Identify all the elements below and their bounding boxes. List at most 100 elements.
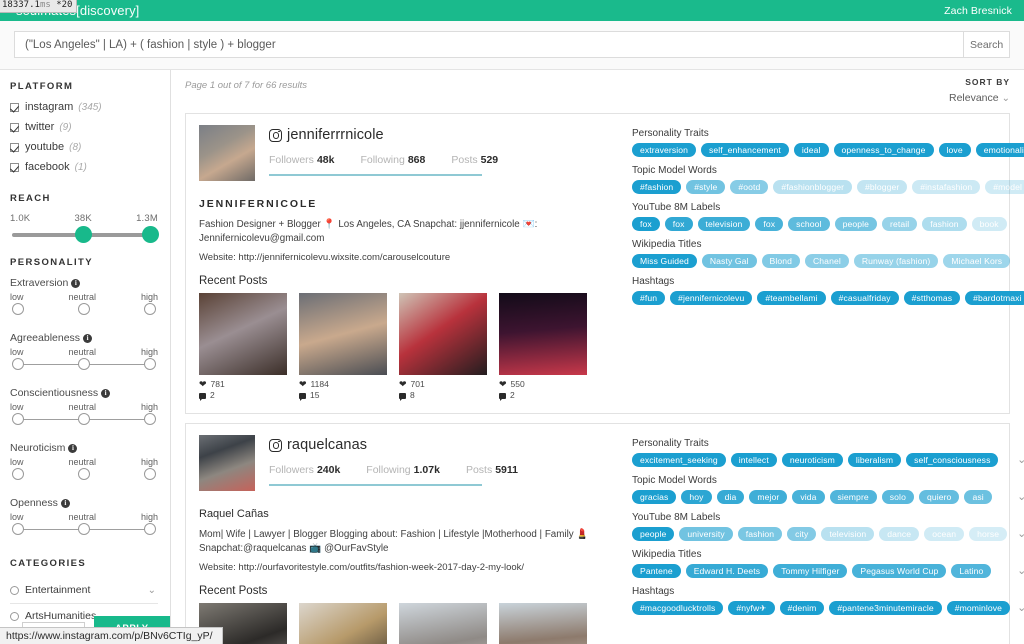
personality-track[interactable]: [12, 358, 156, 371]
tag-chip[interactable]: Blond: [761, 254, 800, 268]
recent-post[interactable]: [499, 603, 587, 644]
tag-chip[interactable]: Miss Guided: [632, 254, 697, 268]
slider-dot-high[interactable]: [144, 523, 156, 535]
slider-dot-neutral[interactable]: [78, 303, 90, 315]
tag-chip[interactable]: love: [938, 143, 971, 157]
tag-chip[interactable]: Michael Kors: [943, 254, 1011, 268]
recent-post[interactable]: ❤ 781 2: [199, 293, 287, 401]
profile-card[interactable]: raquelcanas Followers 240k Following 1.07k Po…: [185, 423, 1024, 644]
tag-chip[interactable]: extraversion: [632, 143, 697, 157]
tag-chip[interactable]: television: [697, 217, 751, 231]
tag-chip[interactable]: school: [788, 217, 830, 231]
recent-post[interactable]: [299, 603, 387, 644]
tag-chip[interactable]: Pantene: [632, 564, 681, 578]
recent-post[interactable]: ❤ 1184 15: [299, 293, 387, 401]
personality-track[interactable]: [12, 413, 156, 426]
tag-chip[interactable]: #model: [985, 180, 1024, 194]
tag-chip[interactable]: ideal: [793, 143, 829, 157]
profile-website[interactable]: Website: http://jennifernicolevu.wixsite…: [199, 252, 614, 263]
avatar[interactable]: [199, 125, 255, 181]
tag-chip[interactable]: #nyfw✈: [728, 601, 775, 615]
info-icon[interactable]: i: [71, 279, 81, 288]
post-thumbnail[interactable]: [499, 603, 587, 644]
chevron-down-icon[interactable]: ⌄: [148, 585, 156, 595]
user-account-label[interactable]: Zach Bresnick: [944, 5, 1012, 17]
tag-chip[interactable]: self_enhancement: [701, 143, 789, 157]
slider-dot-high[interactable]: [144, 413, 156, 425]
post-thumbnail[interactable]: [399, 603, 487, 644]
tag-chip[interactable]: people: [632, 527, 675, 541]
tag-chip[interactable]: hoy: [681, 490, 712, 504]
tag-chip[interactable]: Latino: [951, 564, 992, 578]
tag-chip[interactable]: #fashion: [632, 180, 682, 194]
radio-entertainment[interactable]: [10, 585, 19, 595]
tag-chip[interactable]: ocean: [924, 527, 965, 541]
tag-chip[interactable]: retail: [882, 217, 918, 231]
platform-filter-facebook[interactable]: facebook (1): [10, 161, 158, 173]
search-button[interactable]: Search: [963, 31, 1010, 58]
profile-card[interactable]: jenniferrrnicole Followers 48k Following 868…: [185, 113, 1024, 414]
personality-track[interactable]: [12, 303, 156, 316]
tag-chip[interactable]: #stthomas: [903, 291, 961, 305]
recent-post[interactable]: ❤ 701 8: [399, 293, 487, 401]
tag-chip[interactable]: siempre: [829, 490, 877, 504]
tag-chip[interactable]: fox: [755, 217, 784, 231]
tag-chip[interactable]: city: [787, 527, 817, 541]
post-thumbnail[interactable]: [299, 293, 387, 375]
tag-chip[interactable]: Tommy Hilfiger: [773, 564, 848, 578]
tag-chip[interactable]: dia: [716, 490, 745, 504]
tag-chip[interactable]: #bardotmaxi: [965, 291, 1024, 305]
tag-chip[interactable]: Edward H. Deets: [685, 564, 769, 578]
tag-chip[interactable]: excitement_seeking: [632, 453, 726, 467]
tag-chip[interactable]: #casualfriday: [830, 291, 899, 305]
tag-chip[interactable]: openness_to_change: [833, 143, 934, 157]
platform-filter-twitter[interactable]: twitter (9): [10, 121, 158, 133]
reach-slider-handle-left[interactable]: [75, 226, 92, 243]
slider-dot-high[interactable]: [144, 358, 156, 370]
category-row-entertainment[interactable]: Entertainment ⌄: [10, 578, 158, 604]
tag-chip[interactable]: vida: [792, 490, 825, 504]
reach-slider-track[interactable]: [12, 226, 159, 243]
profile-website[interactable]: Website: http://ourfavoritestyle.com/out…: [199, 562, 614, 573]
chevron-down-icon[interactable]: ⌄: [1017, 455, 1024, 466]
recent-post[interactable]: ❤ 550 2: [499, 293, 587, 401]
tag-chip[interactable]: dance: [879, 527, 920, 541]
profile-handle[interactable]: raquelcanas: [287, 437, 367, 453]
chevron-down-icon[interactable]: ⌄: [1017, 566, 1024, 577]
info-icon[interactable]: i: [60, 499, 70, 508]
tag-chip[interactable]: fox: [632, 217, 660, 231]
tag-chip[interactable]: university: [679, 527, 733, 541]
slider-dot-neutral[interactable]: [78, 358, 90, 370]
info-icon[interactable]: i: [68, 444, 78, 453]
platform-filter-instagram[interactable]: instagram (345): [10, 101, 158, 113]
personality-slider-neuroticism[interactable]: Neuroticism i low neutral high: [10, 442, 158, 481]
tag-chip[interactable]: #fun: [632, 291, 666, 305]
tag-chip[interactable]: horse: [969, 527, 1008, 541]
tag-chip[interactable]: #jennifernicolevu: [670, 291, 753, 305]
personality-track[interactable]: [12, 468, 156, 481]
post-thumbnail[interactable]: [499, 293, 587, 375]
post-thumbnail[interactable]: [299, 603, 387, 644]
slider-dot-low[interactable]: [12, 468, 24, 480]
tag-chip[interactable]: #blogger: [857, 180, 908, 194]
slider-dot-low[interactable]: [12, 523, 24, 535]
sort-by-value[interactable]: Relevance ⌄: [949, 92, 1010, 104]
slider-dot-high[interactable]: [144, 303, 156, 315]
recent-post[interactable]: [399, 603, 487, 644]
reach-slider-handle-right[interactable]: [142, 226, 159, 243]
profile-handle[interactable]: jenniferrrnicole: [287, 127, 384, 143]
slider-dot-neutral[interactable]: [78, 523, 90, 535]
slider-dot-high[interactable]: [144, 468, 156, 480]
personality-slider-extraversion[interactable]: Extraversion i low neutral high: [10, 277, 158, 316]
tag-chip[interactable]: #ootd: [730, 180, 769, 194]
avatar[interactable]: [199, 435, 255, 491]
tag-chip[interactable]: neuroticism: [781, 453, 843, 467]
post-thumbnail[interactable]: [199, 293, 287, 375]
personality-slider-openness[interactable]: Openness i low neutral high: [10, 497, 158, 536]
platform-filter-youtube[interactable]: youtube (8): [10, 141, 158, 153]
tag-chip[interactable]: #macgoodlucktrolls: [632, 601, 724, 615]
info-icon[interactable]: i: [101, 389, 111, 398]
checkbox-youtube[interactable]: [10, 142, 19, 152]
tag-chip[interactable]: #style: [686, 180, 726, 194]
info-icon[interactable]: i: [83, 334, 93, 343]
